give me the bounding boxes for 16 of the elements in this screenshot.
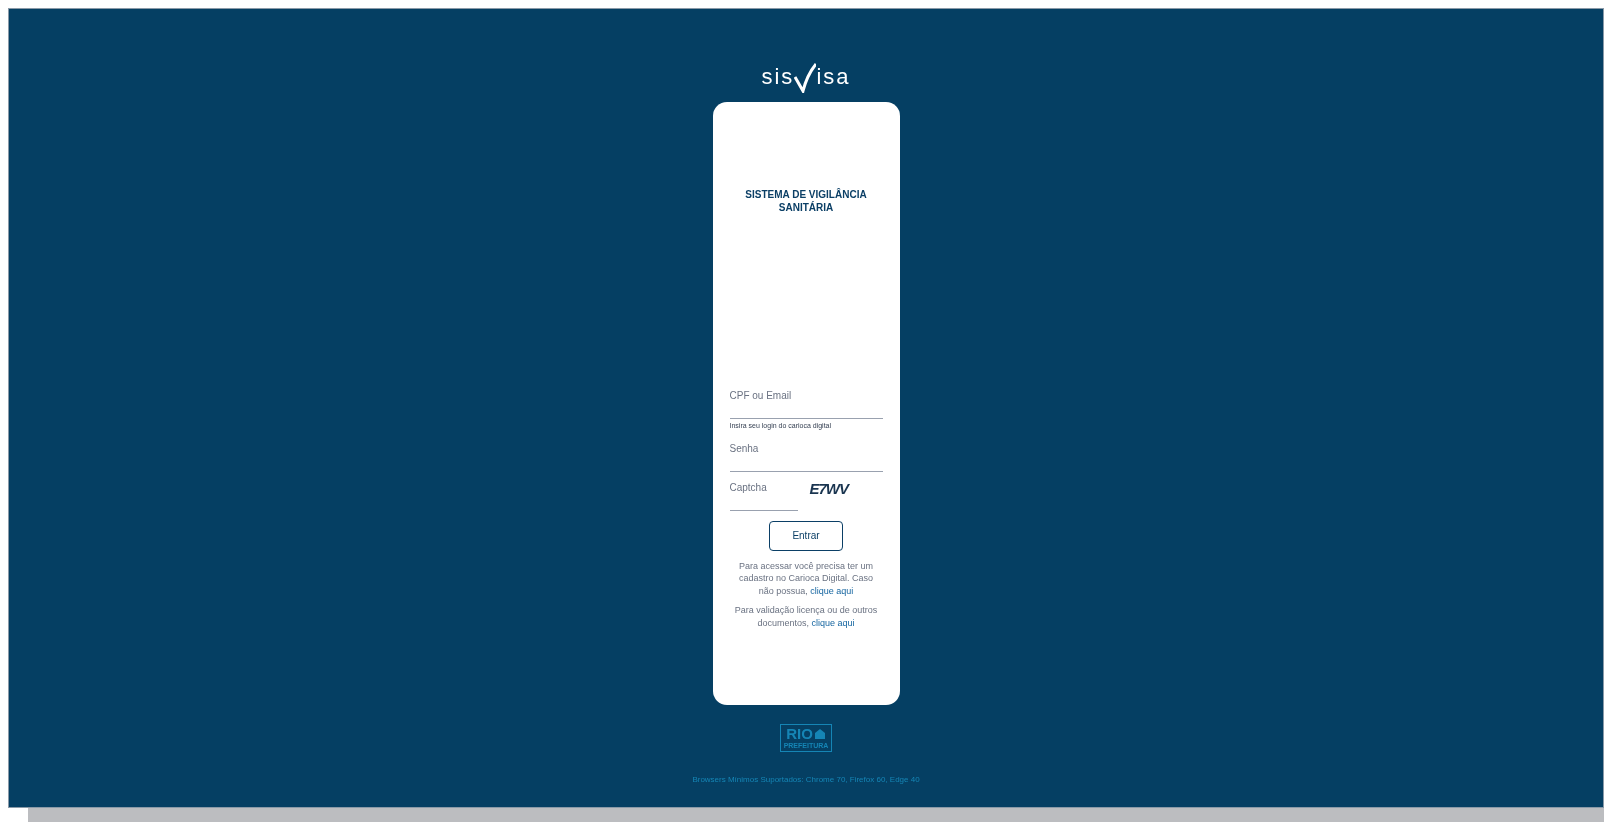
supported-browsers-note: Browsers Mínimos Suportados: Chrome 70, Firefox 60, Edge 40 [692, 774, 920, 786]
info-text: Para validação licença ou de outros documentos, clique aqui [733, 604, 879, 629]
login-button[interactable]: Entrar [769, 520, 843, 551]
info-text: Para acessar você precisa ter um cadastro no Carioca Digital. Caso não possua, clique aqui [737, 559, 875, 597]
check-icon [794, 63, 817, 93]
logo-text: isa [816, 63, 851, 91]
link[interactable]: clique aqui [811, 617, 855, 628]
logo-text: RIO [786, 726, 813, 742]
card-title: SISTEMA DE VIGILÂNCIA SANITÁRIA [744, 188, 868, 214]
captcha-code: E7WV [809, 479, 848, 499]
logo-text: sis [761, 63, 795, 91]
input-field[interactable]: Senha [729, 438, 883, 472]
captcha-field[interactable]: Captcha [729, 477, 798, 511]
input-field[interactable]: CPF ou Email [729, 386, 883, 419]
link[interactable]: clique aqui [810, 585, 854, 596]
crest-icon [813, 728, 826, 740]
